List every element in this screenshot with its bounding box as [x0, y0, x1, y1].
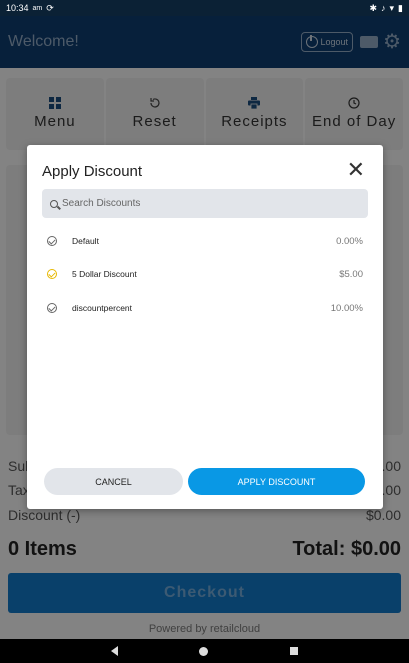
system-nav-bar	[0, 639, 409, 663]
discount-amount: 0.00%	[336, 235, 363, 247]
discount-item-percent[interactable]: discountpercent 10.00%	[47, 298, 363, 318]
apply-discount-dialog: Apply Discount ✕ Default 0.00% 5 Dollar …	[27, 145, 383, 509]
status-time: 10:34	[6, 3, 29, 13]
discount-amount: $5.00	[339, 268, 363, 280]
check-circle-icon	[47, 303, 57, 313]
discount-item-5-dollar[interactable]: 5 Dollar Discount $5.00	[47, 264, 363, 284]
discount-name: 5 Dollar Discount	[72, 269, 137, 279]
discount-amount: 10.00%	[330, 302, 363, 314]
apply-discount-button[interactable]: APPLY DISCOUNT	[188, 468, 365, 495]
battery-icon: ▮	[398, 2, 403, 13]
check-circle-icon	[47, 236, 57, 246]
status-bar: 10:34 am ⟳ ✱ ♪ ▾ ▮	[0, 0, 409, 16]
sync-icon: ⟳	[46, 2, 54, 13]
status-left: 10:34 am ⟳	[6, 3, 54, 14]
cancel-button[interactable]: CANCEL	[44, 468, 183, 495]
check-circle-icon	[47, 269, 57, 279]
back-icon[interactable]	[110, 646, 118, 656]
search-icon	[50, 199, 58, 208]
home-icon[interactable]	[199, 646, 209, 656]
search-input[interactable]	[62, 198, 342, 209]
discount-name: Default	[72, 236, 99, 246]
recents-icon[interactable]	[290, 647, 299, 655]
discount-item-default[interactable]: Default 0.00%	[47, 231, 363, 251]
dialog-title: Apply Discount	[42, 163, 143, 180]
mute-icon: ♪	[381, 3, 386, 13]
wifi-icon: ▾	[389, 2, 395, 13]
close-icon[interactable]: ✕	[347, 159, 365, 181]
status-right: ✱ ♪ ▾ ▮	[369, 3, 403, 14]
bluetooth-icon: ✱	[369, 2, 378, 13]
status-ampm: am	[32, 4, 43, 12]
discount-name: discountpercent	[72, 303, 133, 313]
search-box	[42, 189, 368, 218]
